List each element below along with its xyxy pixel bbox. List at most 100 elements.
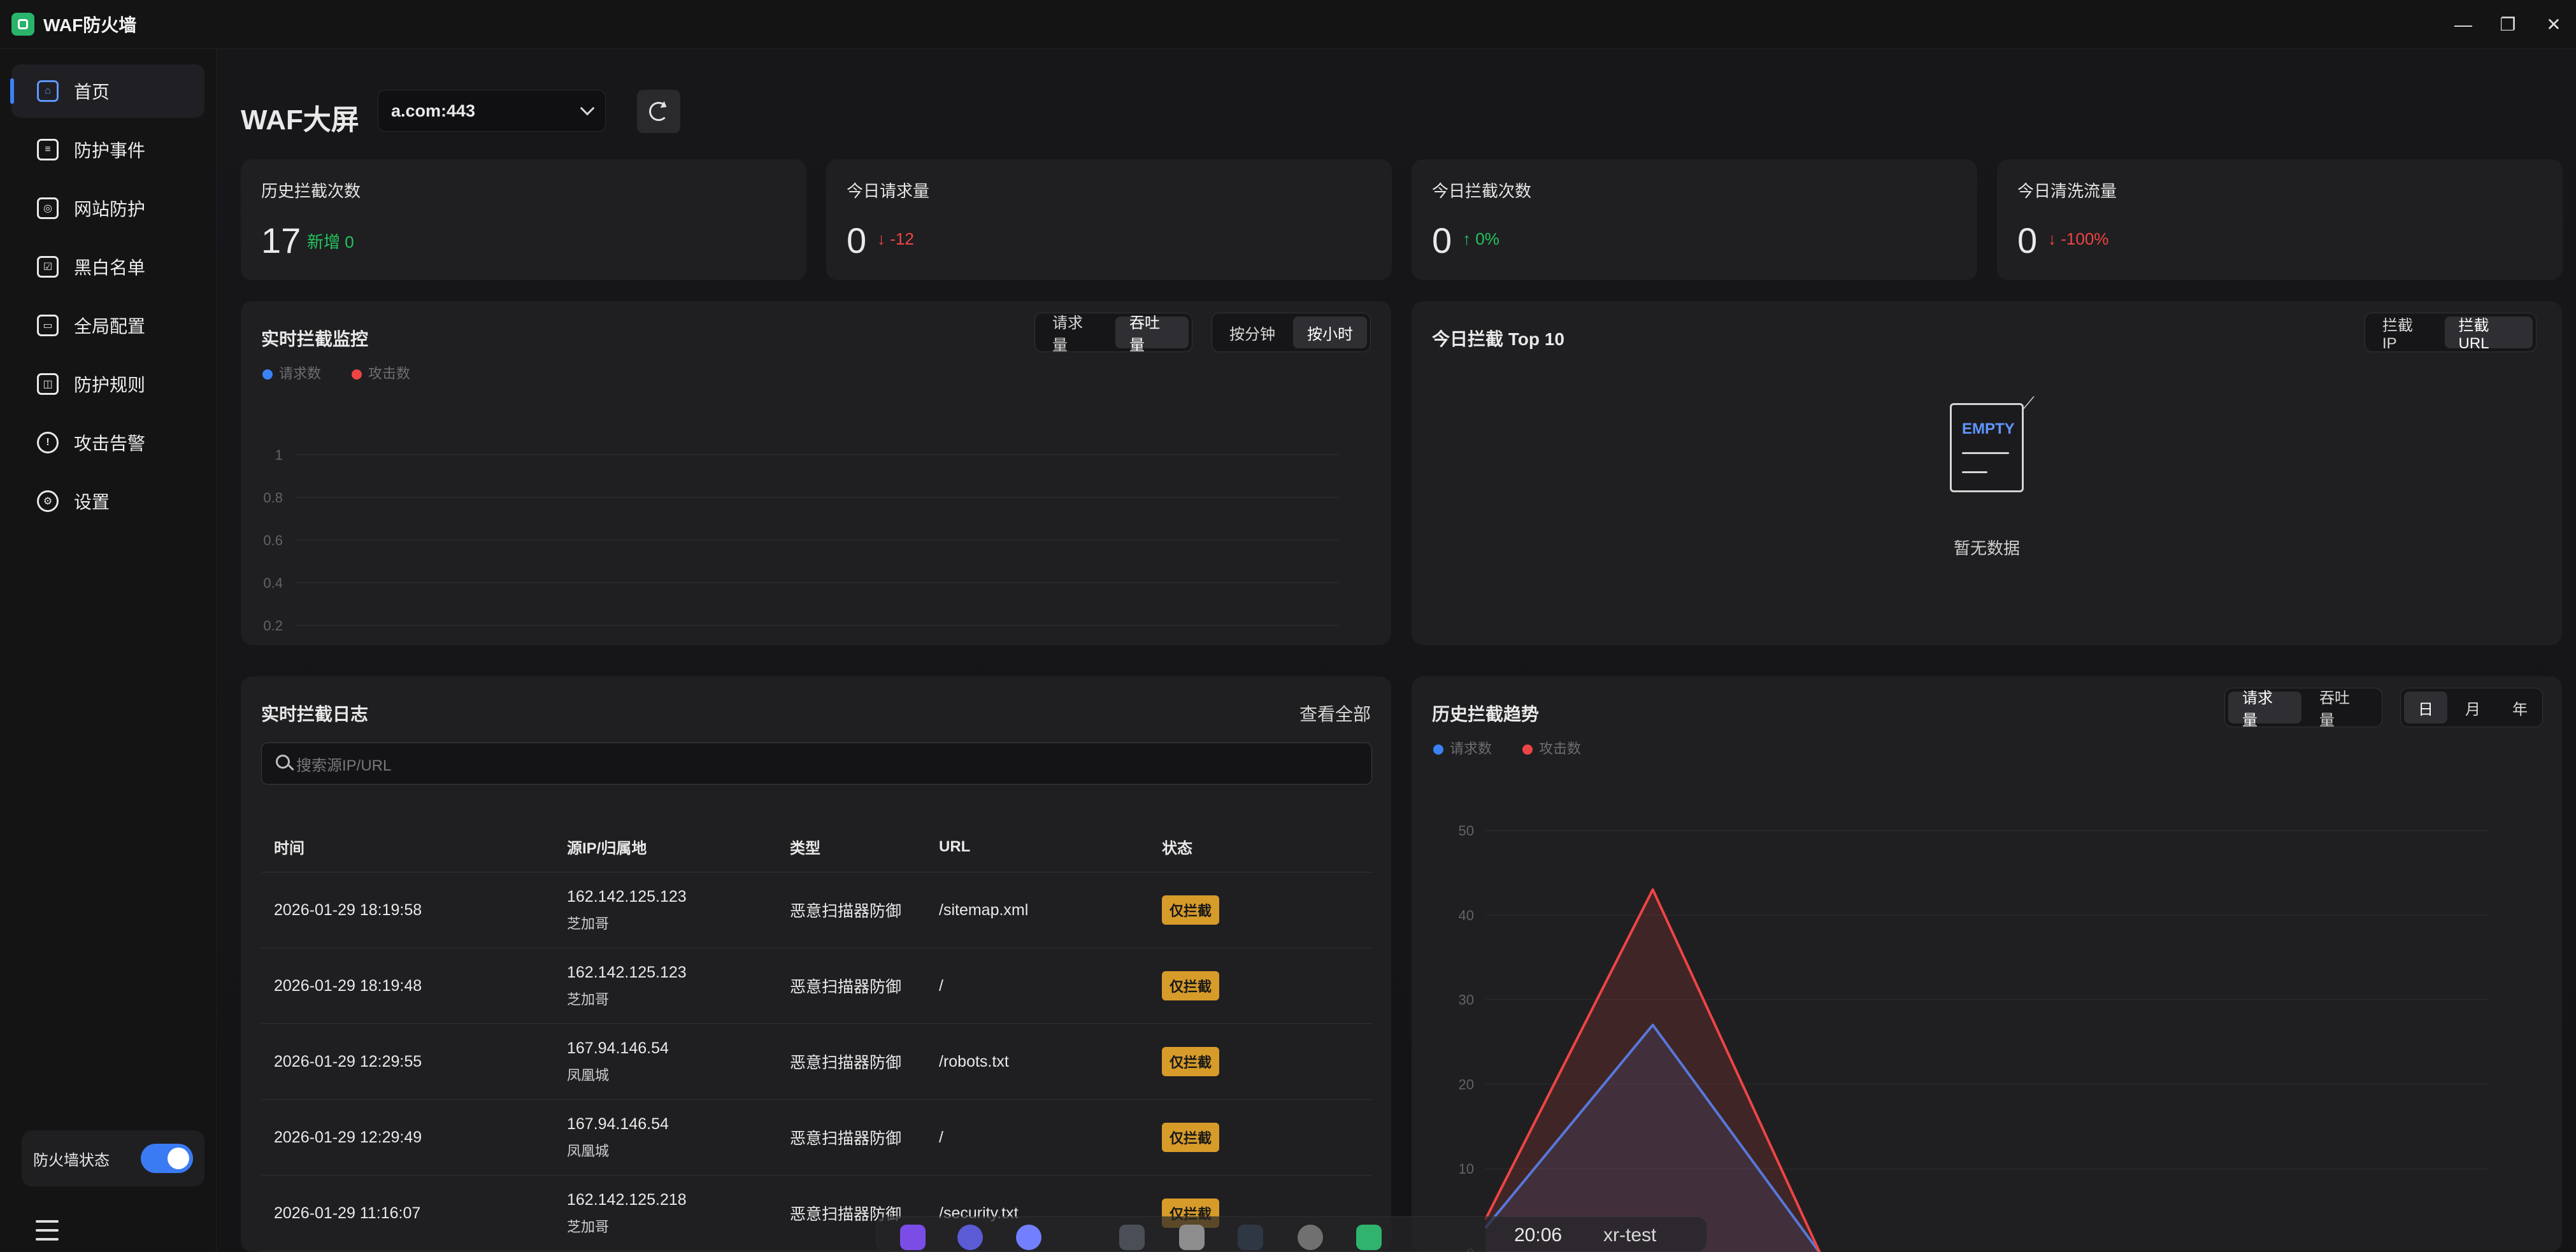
site-select-value: a.com:443 [391, 101, 476, 120]
status-badge: 仅拦截 [1162, 1123, 1220, 1152]
table-header: 时间 源IP/归属地 类型 URL 状态 [261, 822, 1372, 872]
y-tick-label: 0.4 [263, 575, 283, 591]
page-title: WAF大屏 [241, 104, 359, 136]
taskbar-label: xr-test [1603, 1225, 1657, 1246]
stat-card-history: 历史拦截次数 17 新增 0 [241, 159, 806, 280]
sidebar-item-home[interactable]: ⌂ 首页 [10, 64, 204, 118]
monitor-icon[interactable] [1119, 1225, 1145, 1250]
y-tick-label: 0.8 [263, 490, 283, 506]
y-tick-label: 30 [1459, 992, 1474, 1008]
sidebar-item-label: 设置 [74, 492, 110, 512]
sidebar-item-label: 全局配置 [74, 317, 146, 336]
sidebar-item-label: 黑白名单 [74, 258, 146, 278]
taskbar: 20:06 xr-test [877, 1216, 1707, 1252]
tab-intercept-ip[interactable]: 拦截IP [2368, 317, 2441, 352]
table-row[interactable]: 2026-01-29 18:19:58 162.142.125.123 芝加哥 恶意扫… [261, 872, 1372, 948]
stat-value: 0 [847, 220, 867, 260]
trash-icon[interactable] [1179, 1225, 1205, 1250]
table-row[interactable]: 2026-01-29 12:29:49 167.94.146.54 凤凰城 恶意扫描器… [261, 1100, 1372, 1176]
sidebar-item-label: 防护事件 [74, 141, 146, 160]
home-icon: ⌂ [37, 80, 59, 102]
search-icon [276, 755, 290, 769]
stat-delta: ↓ -100% [2048, 229, 2109, 248]
sidebar-item-label: 攻击告警 [74, 434, 146, 453]
sidebar-item-alerts[interactable]: ! 攻击告警 [11, 416, 204, 469]
app-icon-1[interactable] [900, 1225, 926, 1250]
top10-tabs: 拦截IP 拦截URL [2365, 313, 2537, 352]
stat-card-clean-traffic: 今日清洗流量 0 ↓ -100% [1997, 159, 2563, 280]
sidebar: ⌂ 首页 ≡ 防护事件 ◎ 网站防护 ☑ 黑白名单 ▭ 全局配置 ◫ 防护规则 ! 攻击告警 … [0, 49, 217, 1252]
window-titlebar: WAF防火墙 — ❐ ✕ [0, 0, 2576, 49]
app-icon-3[interactable] [1016, 1225, 1041, 1250]
terminal-icon[interactable] [1238, 1225, 1263, 1250]
refresh-icon [649, 102, 668, 121]
y-tick-label: 20 [1459, 1076, 1474, 1092]
card-icon: ▭ [37, 315, 59, 336]
document-icon: ◫ [37, 373, 59, 395]
shield-icon: ◎ [37, 197, 59, 219]
sidebar-item-events[interactable]: ≡ 防护事件 [11, 123, 204, 176]
stat-card-intercepts: 今日拦截次数 0 ↑ 0% [1412, 159, 1977, 280]
menu-icon[interactable] [36, 1220, 59, 1241]
waf-app-icon[interactable] [1356, 1225, 1382, 1250]
refresh-button[interactable] [637, 90, 680, 133]
stat-delta: 新增 0 [307, 232, 354, 252]
history-area-chart: 010203040502026-01-282026-01-292026-01-3… [1459, 823, 2489, 1252]
stat-delta: ↑ 0% [1463, 229, 1499, 248]
dashboard: WAF大屏 a.com:443 历史拦截次数 17 新增 0 今日请求量 0 ↓… [217, 49, 2576, 1252]
stat-value: 17 [261, 220, 301, 260]
sidebar-item-label: 防护规则 [74, 375, 146, 395]
realtime-monitor-card: 实时拦截监控 请求量 吞吐量 按分钟 按小时 请求数 攻击数 00.20.40.… [241, 301, 1391, 645]
search-input[interactable]: 搜索源IP/URL [261, 743, 1372, 785]
minimize-button[interactable]: — [2441, 0, 2486, 49]
y-tick-label: 0.6 [263, 532, 283, 548]
sidebar-item-label: 首页 [74, 82, 110, 102]
firewall-status-panel: 防火墙状态 [22, 1130, 204, 1186]
stat-title: 今日拦截次数 [1432, 181, 1532, 201]
view-all-link[interactable]: 查看全部 [1299, 701, 1371, 726]
chevron-down-icon [580, 101, 595, 116]
table-row[interactable]: 2026-01-29 12:29:55 167.94.146.54 凤凰城 恶意扫描器… [261, 1024, 1372, 1100]
stat-title: 历史拦截次数 [261, 181, 361, 201]
alarm-icon: ! [37, 432, 59, 453]
firewall-status-label: 防火墙状态 [33, 1151, 110, 1169]
gear-icon: ⚙ [37, 490, 59, 512]
taskbar-time: 20:06 [1514, 1225, 1563, 1246]
tab-intercept-url[interactable]: 拦截URL [2444, 317, 2533, 352]
history-trend-card: 历史拦截趋势 请求量 吞吐量 日 月 年 请求数 攻击数 01020304050… [1412, 676, 2562, 1252]
app-title: WAF防火墙 [43, 15, 137, 35]
status-badge: 仅拦截 [1162, 895, 1220, 925]
y-tick-label: 0.2 [263, 618, 283, 634]
firewall-status-toggle[interactable] [141, 1144, 193, 1173]
top10-card: 今日拦截 Top 10 拦截IP 拦截URL EMPTY ⟋ 暂无数据 [1412, 301, 2562, 645]
stat-value: 0 [1432, 220, 1452, 260]
sidebar-item-lists[interactable]: ☑ 黑白名单 [11, 240, 204, 294]
close-button[interactable]: ✕ [2531, 0, 2576, 49]
table-row[interactable]: 2026-01-29 18:19:48 162.142.125.123 芝加哥 恶意扫… [261, 948, 1372, 1024]
y-tick-label: 10 [1459, 1161, 1474, 1177]
sidebar-item-label: 网站防护 [74, 199, 146, 219]
status-badge: 仅拦截 [1162, 971, 1220, 1000]
list-icon: ≡ [37, 139, 59, 160]
log-table: 时间 源IP/归属地 类型 URL 状态 2026-01-29 18:19:58 162.… [261, 822, 1372, 1251]
app-icon [11, 13, 34, 36]
app-icon-2[interactable] [957, 1225, 983, 1250]
sidebar-item-site-protection[interactable]: ◎ 网站防护 [11, 181, 204, 235]
sidebar-item-rules[interactable]: ◫ 防护规则 [11, 357, 204, 411]
y-tick-label: 50 [1459, 823, 1474, 839]
empty-state: EMPTY ⟋ 暂无数据 [1917, 394, 2057, 559]
section-title: 今日拦截 Top 10 [1432, 329, 1564, 349]
sidebar-item-settings[interactable]: ⚙ 设置 [11, 474, 204, 528]
empty-document-icon: EMPTY ⟋ [1950, 394, 2035, 492]
gear-icon[interactable] [1298, 1225, 1323, 1250]
attack-area [1485, 889, 1820, 1252]
stat-title: 今日清洗流量 [2017, 181, 2117, 201]
checklist-icon: ☑ [37, 256, 59, 278]
stat-delta: ↓ -12 [877, 229, 914, 248]
restore-button[interactable]: ❐ [2486, 0, 2530, 49]
realtime-line-chart: 00.20.40.60.818时9时10时11时12时13时14时15时16时1… [263, 447, 1339, 634]
site-select[interactable]: a.com:443 [378, 90, 606, 132]
sidebar-item-global-config[interactable]: ▭ 全局配置 [11, 299, 204, 352]
section-title: 实时拦截日志 [261, 704, 369, 724]
empty-text: 暂无数据 [1953, 539, 2020, 558]
